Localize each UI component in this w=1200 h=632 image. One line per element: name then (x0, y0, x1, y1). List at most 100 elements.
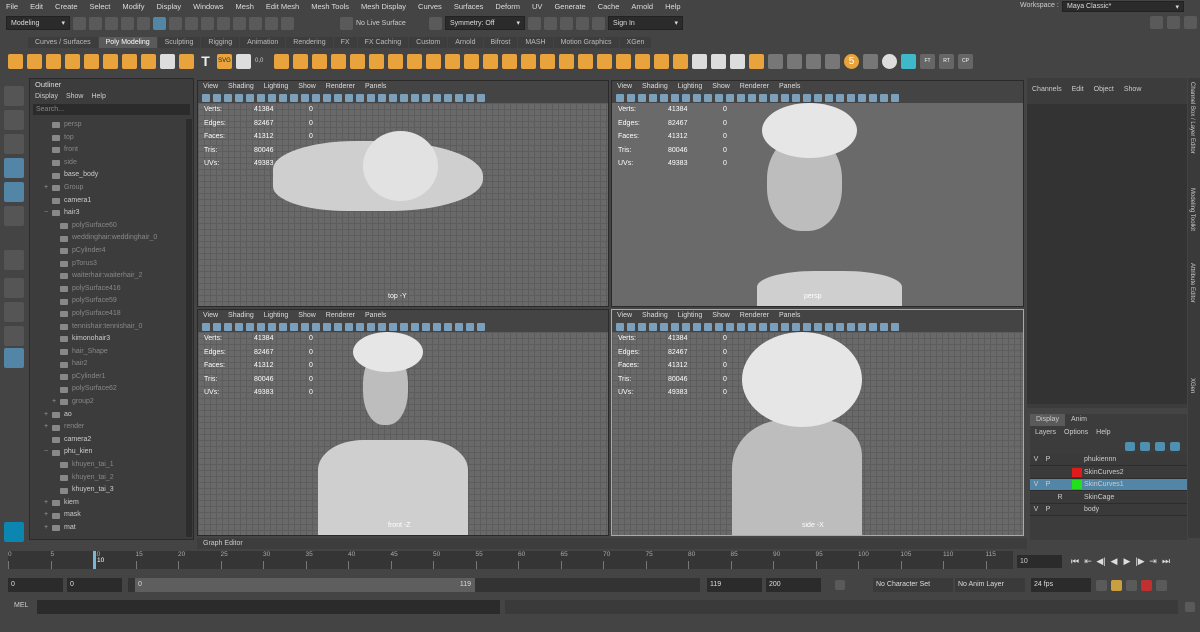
viewport-tool-icon[interactable] (847, 93, 855, 102)
outliner-item[interactable]: waiterhair:waiterhair_2 (30, 270, 188, 283)
rt-icon[interactable]: RT (939, 53, 954, 69)
viewport-tool-icon[interactable] (649, 93, 657, 102)
pen-icon[interactable] (768, 53, 783, 69)
append-icon[interactable] (540, 53, 555, 69)
bridge-icon[interactable] (407, 53, 422, 69)
two-view-icon[interactable] (4, 326, 24, 346)
viewport-menu-item[interactable]: Panels (365, 81, 386, 92)
outliner-item[interactable]: front (30, 144, 188, 157)
outliner-menu-item[interactable]: Help (91, 91, 105, 103)
viewport-tool-icon[interactable] (477, 93, 485, 102)
viewport-menu-item[interactable]: Show (298, 81, 316, 92)
torus-icon[interactable] (84, 53, 99, 69)
layer-color-swatch[interactable] (1072, 455, 1082, 464)
outliner-layout-icon[interactable] (4, 348, 24, 368)
side-tab[interactable]: Modeling Toolkit (1189, 188, 1195, 231)
viewport-menu-item[interactable]: Show (712, 310, 730, 321)
outliner-item[interactable]: tennishair:tennishair_0 (30, 321, 188, 334)
viewport-tool-icon[interactable] (682, 322, 690, 331)
viewport-tool-icon[interactable] (814, 322, 822, 331)
viewport-tool-icon[interactable] (466, 322, 474, 331)
layer-row[interactable]: V Pbody (1030, 504, 1187, 516)
auto-map-icon[interactable] (711, 53, 726, 69)
viewport-tool-icon[interactable] (627, 322, 635, 331)
viewport-persp[interactable]: View Shading Lighting Show Renderer Panels Ve… (611, 80, 1024, 307)
viewport-tool-icon[interactable] (246, 322, 254, 331)
slide-edge-icon[interactable] (673, 53, 688, 69)
viewport-tool-icon[interactable] (869, 322, 877, 331)
viewport-tool-icon[interactable] (825, 93, 833, 102)
viewport-tool-icon[interactable] (627, 93, 635, 102)
outliner-item[interactable]: + Group (30, 182, 188, 195)
extract-icon[interactable] (464, 53, 479, 69)
layout-icon-1[interactable] (1150, 16, 1163, 29)
mirror-icon[interactable] (350, 53, 365, 69)
mel-input[interactable] (37, 600, 500, 614)
menu-select[interactable]: Select (84, 2, 117, 11)
separate-icon[interactable] (293, 53, 308, 69)
shelf-tab[interactable]: FX Caching (357, 37, 409, 48)
outliner-item[interactable]: + mask (30, 509, 188, 522)
loop-icon[interactable] (1096, 579, 1107, 591)
menu-deform[interactable]: Deform (489, 2, 526, 11)
measure-icon[interactable] (806, 53, 821, 69)
viewport-menu-item[interactable]: Show (712, 81, 730, 92)
shelf-tab[interactable]: Arnold (448, 37, 483, 48)
viewport-tool-icon[interactable] (737, 322, 745, 331)
select-hierarchy-icon[interactable] (137, 16, 150, 30)
viewport-tool-icon[interactable] (224, 322, 232, 331)
start-time-field[interactable]: 0 (8, 578, 63, 592)
viewport-tool-icon[interactable] (781, 322, 789, 331)
viewport-tool-icon[interactable] (704, 93, 712, 102)
lasso-tool-icon[interactable] (4, 110, 24, 130)
planar-map-icon[interactable] (692, 53, 707, 69)
viewport-tool-icon[interactable] (660, 93, 668, 102)
shelf-tab[interactable]: Custom (409, 37, 448, 48)
disc-icon[interactable] (122, 53, 137, 69)
sculpt-icon[interactable] (749, 53, 764, 69)
viewport-menu-item[interactable]: Shading (228, 81, 254, 92)
collapse-icon[interactable] (483, 53, 498, 69)
undo-icon[interactable] (105, 16, 118, 30)
viewport-tool-icon[interactable] (323, 93, 331, 102)
viewport-tool-icon[interactable] (693, 322, 701, 331)
viewport-tool-icon[interactable] (726, 322, 734, 331)
viewport-tool-icon[interactable] (616, 93, 624, 102)
new-layer-icon[interactable] (1155, 442, 1165, 451)
layer-move-down-icon[interactable] (1140, 442, 1150, 451)
anim-layer-dropdown[interactable]: No Anim Layer (955, 578, 1025, 592)
layer-row[interactable]: V P SkinCurves1 (1030, 479, 1187, 491)
outliner-item[interactable]: + group2 (30, 396, 188, 409)
toggle-icon-3[interactable] (560, 16, 573, 30)
viewport-tool-icon[interactable] (345, 322, 353, 331)
wedge-icon[interactable] (521, 53, 536, 69)
layer-visibility[interactable]: V (1030, 481, 1042, 488)
end-time-field[interactable]: 200 (766, 578, 821, 592)
shelf-tab[interactable]: Motion Graphics (553, 37, 619, 48)
menu-display[interactable]: Display (151, 2, 188, 11)
layer-playback[interactable]: P (1042, 481, 1054, 488)
outliner-item[interactable]: + ao (30, 409, 188, 422)
expand-icon[interactable]: − (44, 207, 52, 220)
step-forward-icon[interactable]: |▶ (1135, 556, 1145, 567)
viewport-tool-icon[interactable] (792, 93, 800, 102)
viewport-tool-icon[interactable] (301, 93, 309, 102)
expand-icon[interactable]: + (44, 421, 52, 434)
outliner-item[interactable]: pCylinder4 (30, 245, 188, 258)
fps-dropdown[interactable]: 24 fps (1031, 578, 1091, 592)
outliner-item[interactable]: weddinghair:weddinghair_0 (30, 232, 188, 245)
range-slider-handle[interactable]: 0 119 (135, 578, 475, 592)
graph-editor-bar[interactable]: Graph Editor (197, 538, 1027, 549)
viewport-tool-icon[interactable] (422, 93, 430, 102)
scissor-icon[interactable] (825, 53, 840, 69)
viewport-tool-icon[interactable] (891, 322, 899, 331)
viewport-tool-icon[interactable] (748, 322, 756, 331)
live-surface-icon[interactable] (340, 16, 353, 30)
viewport-tool-icon[interactable] (836, 322, 844, 331)
connect-icon[interactable] (597, 53, 612, 69)
expand-icon[interactable]: + (44, 509, 52, 522)
viewport-tool-icon[interactable] (748, 93, 756, 102)
combine-icon[interactable] (274, 53, 289, 69)
new-layer-selected-icon[interactable] (1170, 442, 1180, 451)
outliner-search-input[interactable]: Search... (33, 104, 190, 115)
